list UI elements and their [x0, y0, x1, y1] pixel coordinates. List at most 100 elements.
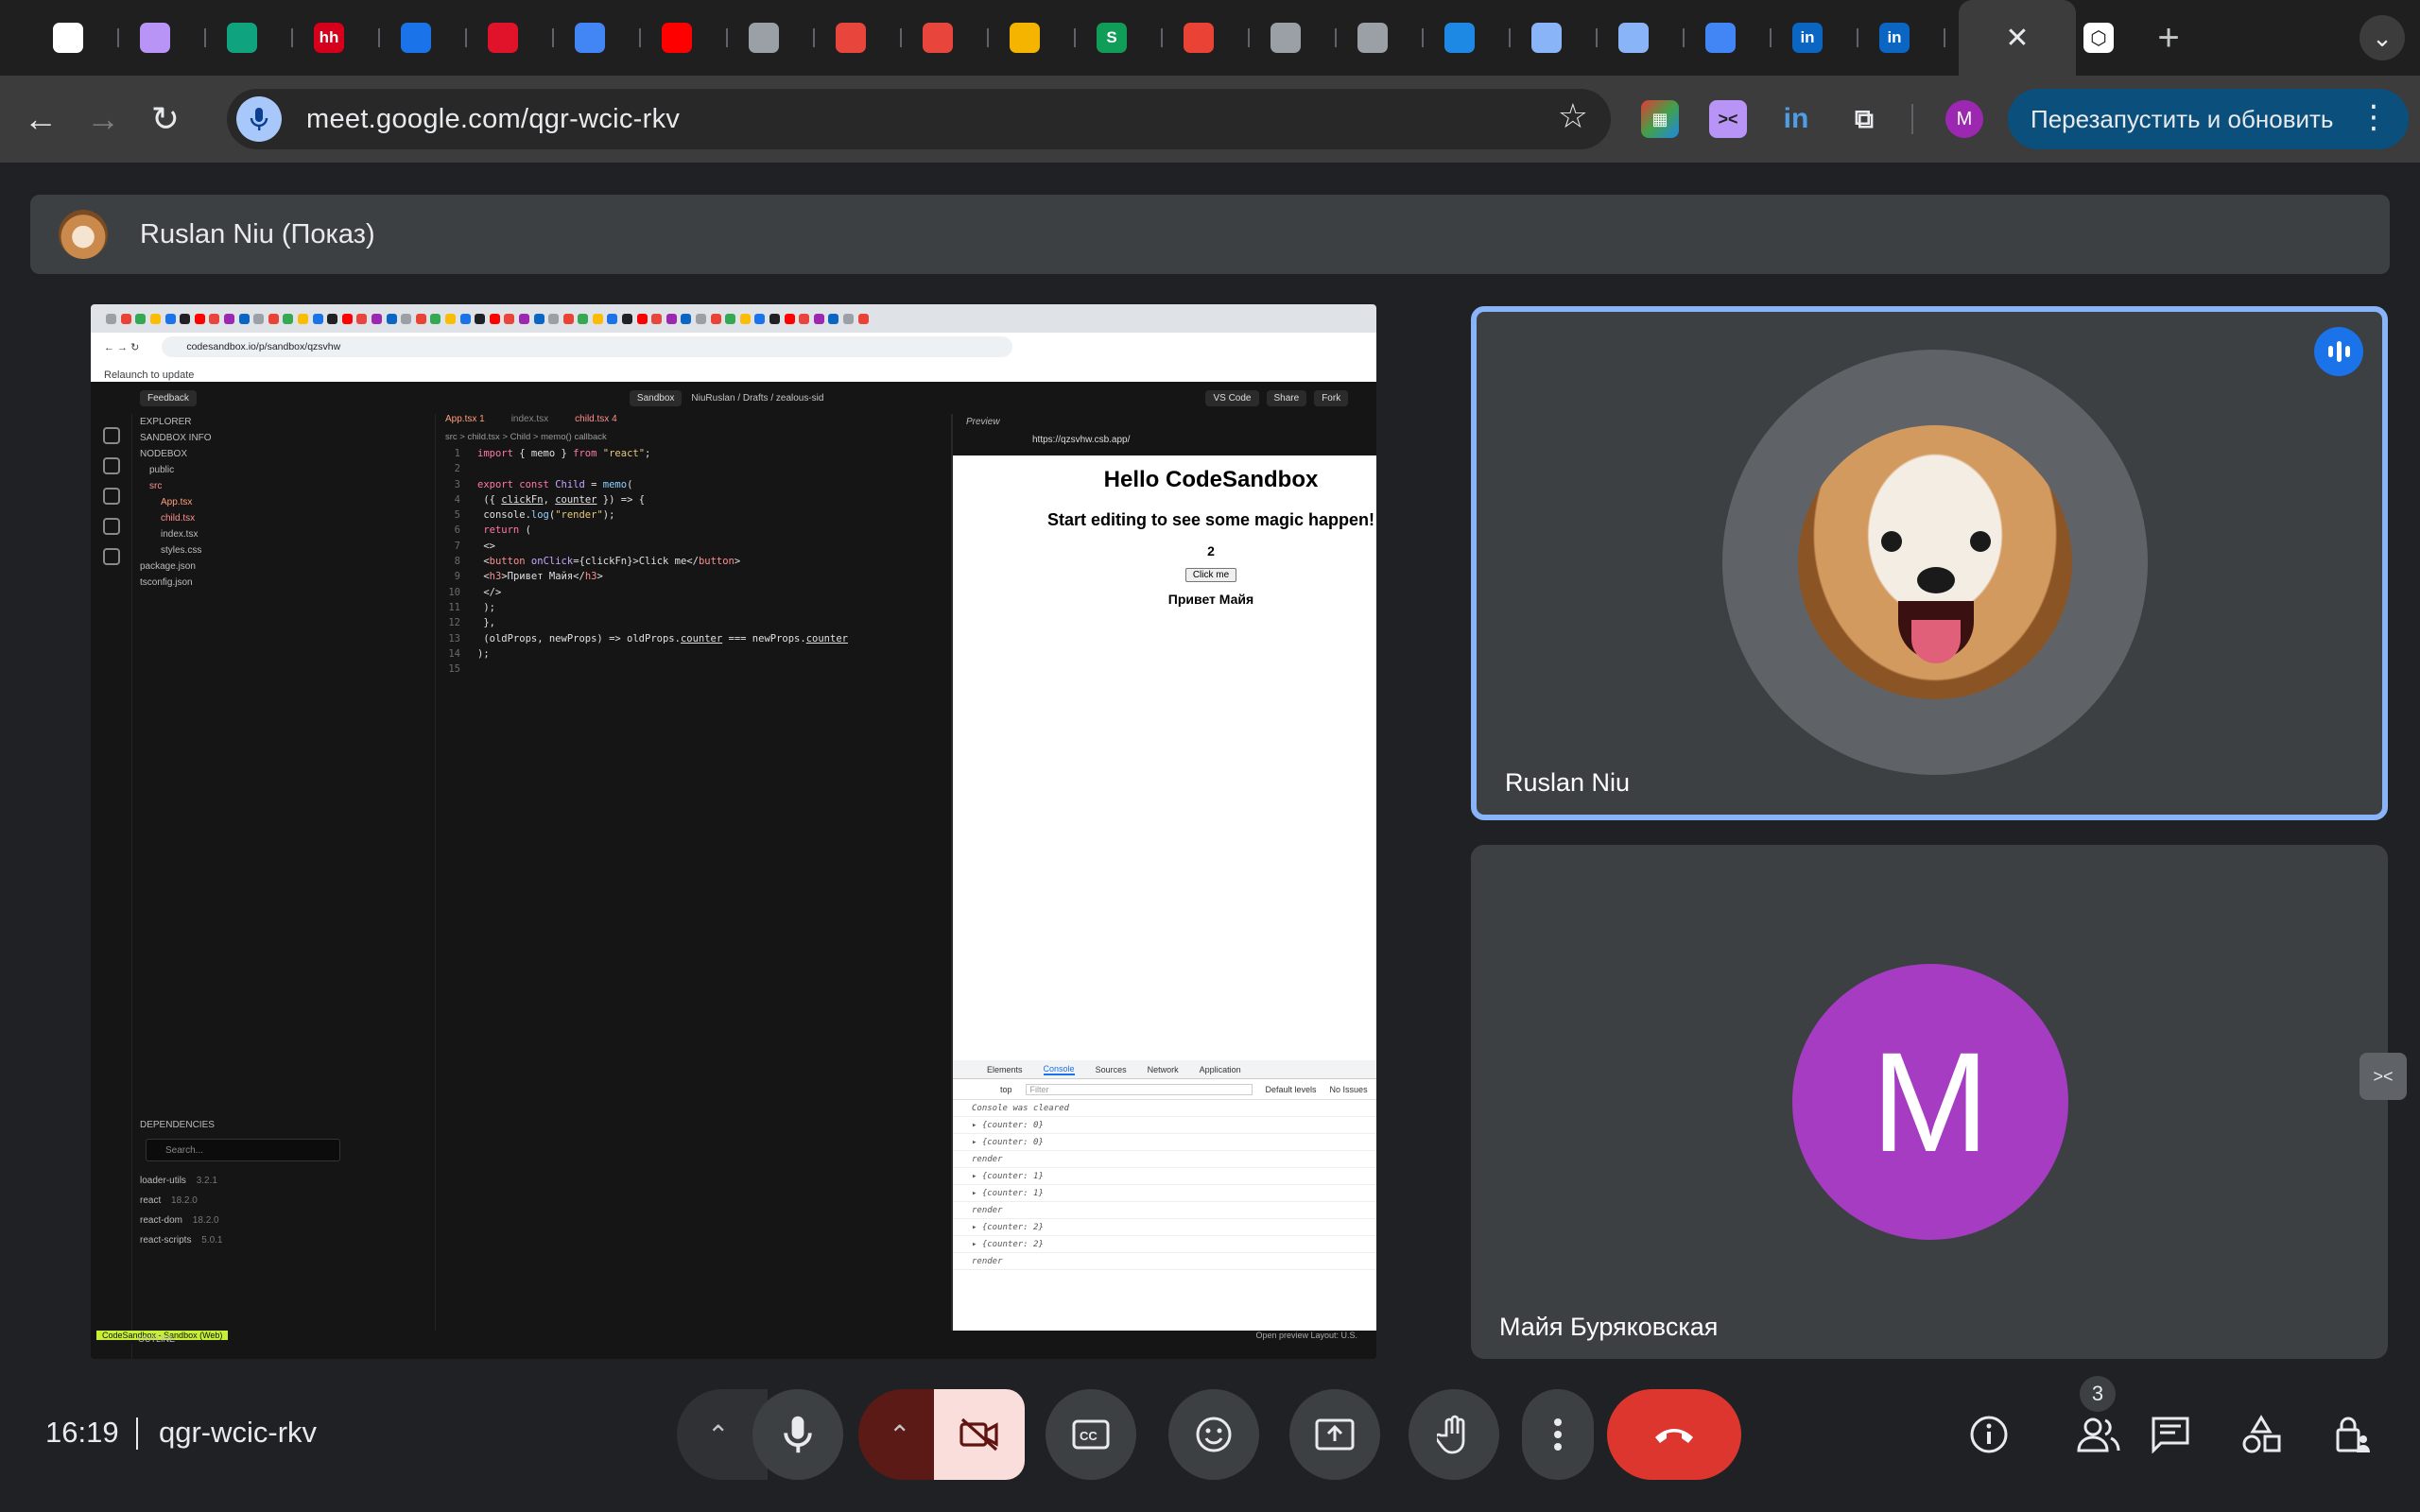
browser-tab[interactable] [1176, 0, 1263, 76]
side-panel-toggle-icon[interactable]: >< [2360, 1053, 2407, 1100]
browser-tab[interactable] [654, 0, 741, 76]
more-options-button[interactable] [1522, 1389, 1594, 1480]
browser-tab[interactable] [219, 0, 306, 76]
chatgpt-icon [227, 23, 257, 53]
file-item: public [149, 465, 175, 475]
chat-button[interactable] [2135, 1399, 2206, 1470]
browser-tab[interactable] [915, 0, 1002, 76]
shared-tab [708, 312, 723, 325]
browser-tab[interactable] [393, 0, 480, 76]
devtools-tabs: Elements Console Sources Network Application [953, 1060, 1376, 1079]
host-controls-button[interactable] [2316, 1399, 2388, 1470]
devtools-filter-row: top Filter Default levels No Issues [953, 1079, 1376, 1100]
tab-separator [813, 28, 815, 47]
shared-tab [665, 312, 680, 325]
microphone-in-use-icon[interactable] [236, 96, 282, 142]
devtools-filter: Filter [1025, 1083, 1253, 1095]
devtools-levels: Default levels [1265, 1084, 1317, 1094]
vscode-button: VS Code [1205, 389, 1259, 406]
shared-tab [310, 312, 325, 325]
pdf-icon [836, 23, 866, 53]
browser-tab[interactable] [1002, 0, 1089, 76]
people-button[interactable] [2063, 1399, 2135, 1470]
browser-tab[interactable]: hh [306, 0, 393, 76]
browser-tab[interactable] [45, 0, 132, 76]
browser-tab[interactable] [1437, 0, 1524, 76]
explorer-title: EXPLORER [140, 417, 192, 427]
participant-tile-maya[interactable]: M Майя Буряковская [1471, 845, 2388, 1359]
tab-search-button[interactable]: ⌄ [2360, 15, 2405, 60]
dependency-version: 18.2.0 [168, 1195, 198, 1206]
browser-tab[interactable] [741, 0, 828, 76]
chat-icon [2152, 1417, 2189, 1453]
activities-button[interactable] [2225, 1399, 2297, 1470]
linkedin-extension-icon[interactable]: in [1777, 100, 1815, 138]
url-text[interactable]: meet.google.com/qgr-wcic-rkv [306, 104, 680, 135]
microphone-button[interactable] [752, 1389, 843, 1480]
browser-tab[interactable]: in [1785, 0, 1872, 76]
extensions-puzzle-icon[interactable]: ⧉ [1845, 100, 1883, 138]
browser-tab[interactable] [1350, 0, 1437, 76]
preview-heading: Hello CodeSandbox [1103, 467, 1319, 492]
tab-separator [726, 28, 728, 47]
new-tab-button[interactable]: + [2142, 11, 2195, 64]
back-button[interactable]: ← [9, 91, 72, 147]
console-output: Console was cleared ▸ {counter: 0} ▸ {coun… [953, 1100, 1376, 1270]
raise-hand-button[interactable] [1409, 1389, 1499, 1480]
shared-tab [119, 312, 134, 325]
linkedin-icon: in [1879, 23, 1910, 53]
youtube-icon [662, 23, 692, 53]
address-bar[interactable]: meet.google.com/qgr-wcic-rkv ☆ [227, 89, 1611, 149]
browser-menu-icon[interactable]: ⋮ [2358, 98, 2390, 136]
participant-tile-ruslan[interactable]: Ruslan Niu [1471, 306, 2388, 820]
browser-tab[interactable]: S [1089, 0, 1176, 76]
browser-tab[interactable] [1524, 0, 1611, 76]
reactions-button[interactable] [1168, 1389, 1259, 1480]
bookmark-star-icon[interactable]: ☆ [1558, 96, 1588, 136]
profile-avatar[interactable]: M [1945, 100, 1983, 138]
browser-tab[interactable] [132, 0, 219, 76]
dependency-version: 5.0.1 [199, 1235, 223, 1246]
extension-color-icon[interactable]: ▦ [1641, 100, 1679, 138]
document-icon [575, 23, 605, 53]
browser-toolbar: ← → ↻ meet.google.com/qgr-wcic-rkv ☆ ▦ >… [0, 76, 2420, 163]
shared-tab [679, 312, 694, 325]
browser-tab[interactable] [1263, 0, 1350, 76]
linkedin-icon: in [1792, 23, 1823, 53]
browser-tab[interactable] [480, 0, 567, 76]
reload-button[interactable]: ↻ [134, 91, 197, 147]
console-line: render [953, 1202, 1376, 1219]
feedback-button: Feedback [140, 389, 197, 406]
meeting-details-button[interactable] [1953, 1399, 2025, 1470]
present-screen-button[interactable] [1289, 1389, 1380, 1480]
devtools-console: Elements Console Sources Network Application… [953, 1060, 1376, 1331]
browser-tab[interactable] [1611, 0, 1698, 76]
shared-tab [634, 312, 649, 325]
leave-call-button[interactable] [1607, 1389, 1741, 1480]
extension-face-icon[interactable]: >< [1709, 100, 1747, 138]
gear-cog-icon [1531, 23, 1562, 53]
tab-separator [1857, 28, 1858, 47]
shared-tab [458, 312, 473, 325]
browser-tab[interactable] [828, 0, 915, 76]
close-tab-icon[interactable]: ✕ [2005, 22, 2029, 55]
tab-google-meet[interactable]: ✕ [1959, 0, 2076, 76]
tab-codepen[interactable]: ⬡ [2076, 0, 2142, 76]
shared-tab [546, 312, 562, 325]
camera-off-button[interactable] [934, 1389, 1025, 1480]
console-line: ▸ {counter: 1} [953, 1168, 1376, 1185]
tab-separator [1248, 28, 1250, 47]
captions-button[interactable]: CC [1046, 1389, 1136, 1480]
shared-tab [841, 312, 856, 325]
tab-strip: hh Sin in ✕ ⬡ + [0, 0, 2420, 76]
tab-separator [1161, 28, 1163, 47]
browser-tab[interactable] [1698, 0, 1785, 76]
preview-title: Preview [966, 417, 1000, 427]
browser-tab[interactable] [567, 0, 654, 76]
status-right: Open preview Layout: U.S. [1255, 1331, 1357, 1340]
relaunch-update-button[interactable]: Перезапустить и обновить ⋮ [2008, 89, 2409, 149]
dependency-version: 18.2.0 [190, 1215, 219, 1226]
meeting-code: qgr-wcic-rkv [159, 1416, 318, 1449]
browser-tab[interactable]: in [1872, 0, 1959, 76]
forward-button[interactable]: → [72, 91, 134, 147]
